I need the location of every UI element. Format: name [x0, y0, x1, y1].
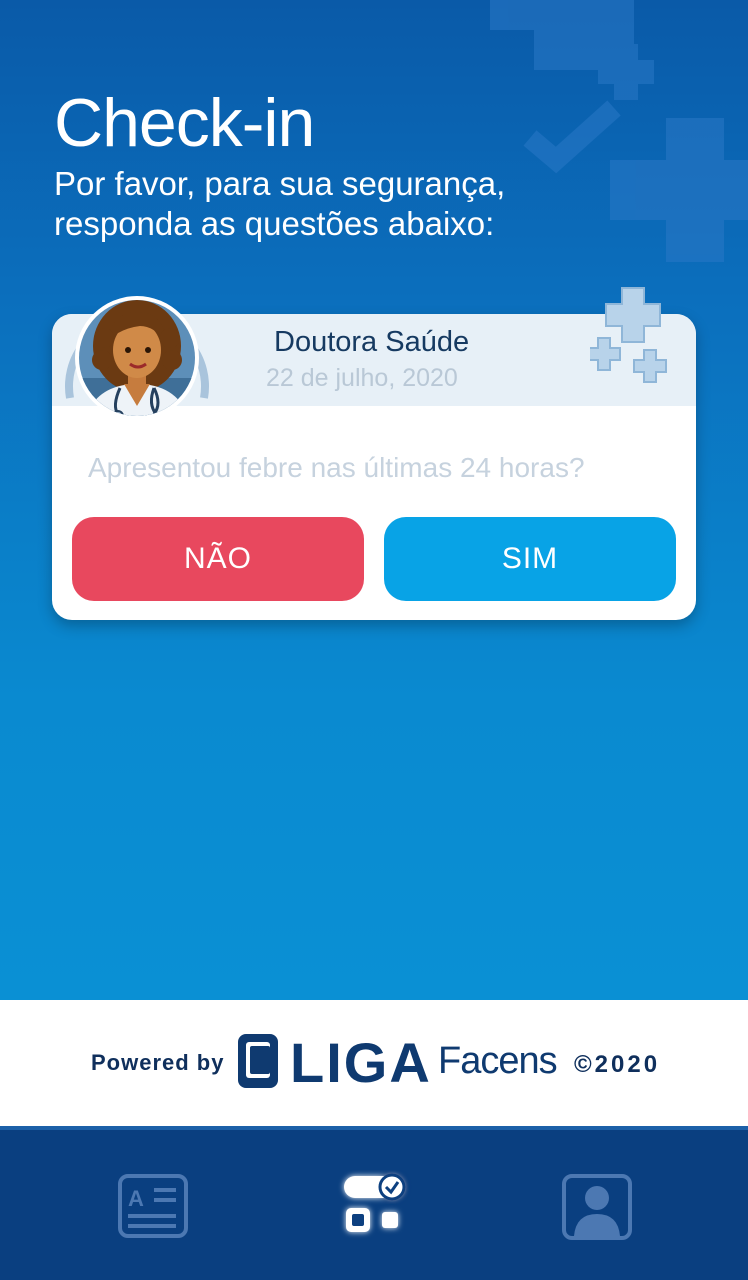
doctor-avatar — [65, 296, 209, 420]
facens-brand: Facens — [438, 1040, 558, 1082]
nav-item-checkin[interactable] — [336, 1170, 416, 1250]
card-plus-icon — [590, 287, 667, 383]
page-subtitle: Por favor, para sua segurança, responda … — [54, 165, 506, 242]
nav-item-profile[interactable] — [558, 1170, 638, 1250]
footer: Powered by LIGA Facens ©2020 — [0, 1000, 748, 1126]
question-text: Apresentou febre nas últimas 24 horas? — [88, 452, 585, 483]
card-date: 22 de julho, 2020 — [266, 364, 458, 392]
checkin-icon — [344, 1173, 406, 1232]
no-button[interactable]: NÃO — [72, 517, 364, 601]
document-icon: A — [118, 1174, 188, 1238]
powered-by-label: Powered by — [91, 1050, 225, 1075]
liga-logo-icon — [238, 1034, 278, 1088]
checkin-screen: Check-in Por favor, para sua segurança, … — [0, 0, 748, 1000]
yes-button[interactable]: SIM — [384, 517, 676, 601]
copyright: ©2020 — [574, 1051, 661, 1078]
question-card: Doutora Saúde 22 de julho, 2020 Apresent… — [52, 287, 696, 620]
page-title: Check-in — [54, 85, 315, 161]
profile-icon — [562, 1174, 632, 1240]
doctor-name: Doutora Saúde — [274, 326, 470, 358]
svg-text:A: A — [128, 1186, 144, 1211]
liga-brand: LIGA — [290, 1031, 432, 1094]
nav-item-document[interactable]: A — [114, 1170, 194, 1250]
bottom-nav: A — [0, 1126, 748, 1280]
